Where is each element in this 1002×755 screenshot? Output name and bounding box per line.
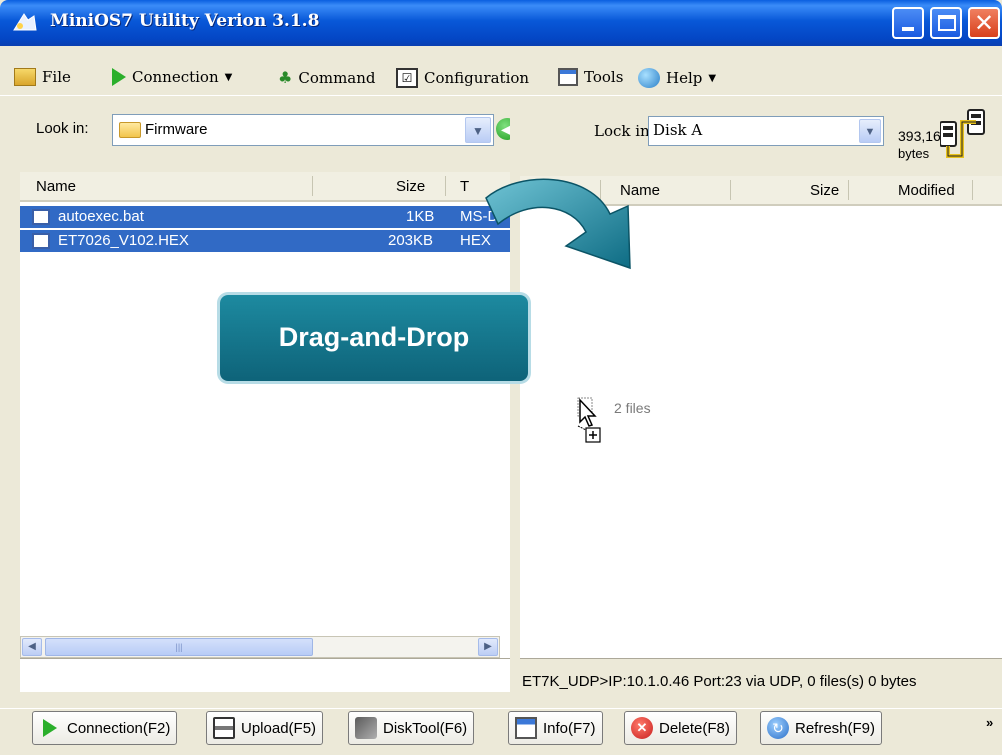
network-connection-icon: [940, 109, 985, 158]
tools-icon: [558, 68, 578, 86]
free-bytes-value: 393,16: [898, 128, 941, 144]
lock-in-label: Lock in:: [594, 122, 655, 140]
menu-connection-label: Connection: [132, 68, 219, 86]
bottom-toolbar: Connection(F2) Upload(F5) DiskTool(F6) I…: [0, 708, 1002, 755]
chevron-down-icon[interactable]: ▼: [465, 117, 491, 143]
command-icon: ♣: [278, 68, 293, 87]
local-file-list[interactable]: autoexec.bat 1KB MS-D ET7026_V102.HEX 20…: [20, 202, 514, 692]
chevron-right-icon: ▶: [484, 641, 492, 652]
lock-in-bar: Lock in: Disk A ▼ 393,16 bytes: [520, 100, 1002, 172]
minimize-icon: [902, 27, 914, 31]
col-modified[interactable]: Modified: [898, 182, 955, 199]
lock-in-dropdown[interactable]: Disk A ▼: [648, 116, 884, 146]
delete-button-label: Delete(F8): [659, 719, 730, 737]
scroll-left-button[interactable]: ◀: [22, 638, 42, 656]
menu-help[interactable]: Help ▼: [638, 68, 716, 88]
refresh-icon: ↻: [767, 717, 789, 739]
col-name[interactable]: Name: [36, 178, 76, 195]
file-name: ET7026_V102.HEX: [58, 232, 189, 249]
play-icon: [43, 719, 57, 737]
help-icon: [638, 68, 660, 88]
left-status-bar: [20, 658, 510, 708]
disk-tool-icon: [355, 717, 377, 739]
bytes-label: bytes: [898, 146, 930, 161]
scroll-right-button[interactable]: ▶: [478, 638, 498, 656]
look-in-bar: Look in: Firmware ▼ ◀: [20, 100, 518, 166]
col-type[interactable]: T: [460, 178, 469, 195]
configuration-icon: ☑: [396, 68, 418, 88]
drag-cursor-icon: [577, 397, 601, 443]
refresh-button[interactable]: ↻ Refresh(F9): [760, 711, 883, 745]
file-size: 1KB: [406, 208, 435, 225]
menu-configuration-label: Configuration: [424, 69, 530, 87]
info-button[interactable]: Info(F7): [508, 711, 603, 745]
connection-button-label: Connection(F2): [67, 719, 171, 737]
menu-connection[interactable]: Connection ▼: [112, 68, 232, 86]
maximize-icon: [938, 15, 956, 31]
upload-icon: [213, 717, 235, 739]
menu-file-label: File: [42, 68, 71, 86]
upload-button-label: Upload(F5): [241, 719, 317, 737]
disktool-button-label: DiskTool(F6): [383, 719, 468, 737]
file-icon: [14, 68, 36, 86]
drag-ghost: 2 files: [576, 396, 676, 456]
chevron-down-icon: ▼: [224, 71, 233, 83]
drag-arrow-icon: [485, 178, 631, 270]
minimize-button[interactable]: [892, 7, 924, 39]
toolbar-overflow-icon[interactable]: »: [986, 715, 993, 730]
menu-command-label: Command: [298, 68, 376, 87]
play-icon: [112, 68, 126, 86]
hex-file-icon: [32, 233, 50, 249]
callout-label: Drag-and-Drop: [278, 322, 470, 352]
menu-bar: File Connection ▼ ♣ Command ☑ Configurat…: [0, 60, 1002, 96]
chevron-down-icon: ▼: [708, 72, 717, 84]
info-button-label: Info(F7): [543, 719, 596, 737]
window-title: MiniOS7 Utility Verion 3.1.8: [50, 11, 320, 31]
app-window: MiniOS7 Utility Verion 3.1.8 ✕ File Conn…: [0, 0, 1002, 755]
chevron-left-icon: ◀: [28, 641, 36, 652]
status-text: ET7K_UDP>IP:10.1.0.46 Port:23 via UDP, 0…: [522, 673, 917, 690]
upload-button[interactable]: Upload(F5): [206, 711, 324, 745]
file-size: 203KB: [388, 232, 434, 249]
col-size[interactable]: Size: [396, 178, 425, 195]
delete-button[interactable]: ✕ Delete(F8): [624, 711, 737, 745]
menu-command[interactable]: ♣ Command: [278, 68, 376, 87]
maximize-button[interactable]: [930, 7, 962, 39]
close-icon: ✕: [974, 9, 995, 37]
menu-tools-label: Tools: [584, 68, 624, 86]
menu-help-label: Help: [666, 69, 703, 87]
look-in-value: Firmware: [145, 121, 208, 138]
title-bar[interactable]: MiniOS7 Utility Verion 3.1.8 ✕: [0, 0, 1002, 46]
connection-button[interactable]: Connection(F2): [32, 711, 178, 745]
left-column-headers: Name Size T: [20, 172, 514, 202]
menu-file[interactable]: File: [14, 68, 71, 86]
batch-file-icon: [32, 209, 50, 225]
file-name: autoexec.bat: [58, 208, 144, 225]
menu-tools[interactable]: Tools: [558, 68, 623, 86]
disktool-button[interactable]: DiskTool(F6): [348, 711, 475, 745]
info-icon: [515, 717, 537, 739]
look-in-dropdown[interactable]: Firmware ▼: [112, 114, 494, 146]
delete-icon: ✕: [631, 717, 653, 739]
list-item[interactable]: autoexec.bat 1KB MS-D: [20, 206, 514, 228]
lock-in-value: Disk A: [653, 121, 703, 139]
status-bar: ET7K_UDP>IP:10.1.0.46 Port:23 via UDP, 0…: [520, 658, 1002, 706]
scroll-thumb[interactable]: |||: [45, 638, 313, 656]
drag-and-drop-callout: Drag-and-Drop: [220, 295, 528, 381]
look-in-label: Look in:: [36, 120, 89, 137]
local-files-pane: Look in: Firmware ▼ ◀ Name Size T autoex…: [20, 100, 518, 708]
drag-count-label: 2 files: [614, 400, 651, 416]
app-icon: [13, 13, 37, 31]
horizontal-scrollbar[interactable]: ◀ ||| ▶: [20, 636, 500, 658]
chevron-down-icon[interactable]: ▼: [859, 119, 881, 143]
list-item[interactable]: ET7026_V102.HEX 203KB HEX: [20, 230, 514, 252]
menu-configuration[interactable]: ☑ Configuration: [396, 68, 529, 88]
folder-icon: [119, 122, 141, 138]
close-button[interactable]: ✕: [968, 7, 1000, 39]
refresh-button-label: Refresh(F9): [795, 719, 876, 737]
col-size[interactable]: Size: [810, 182, 839, 199]
